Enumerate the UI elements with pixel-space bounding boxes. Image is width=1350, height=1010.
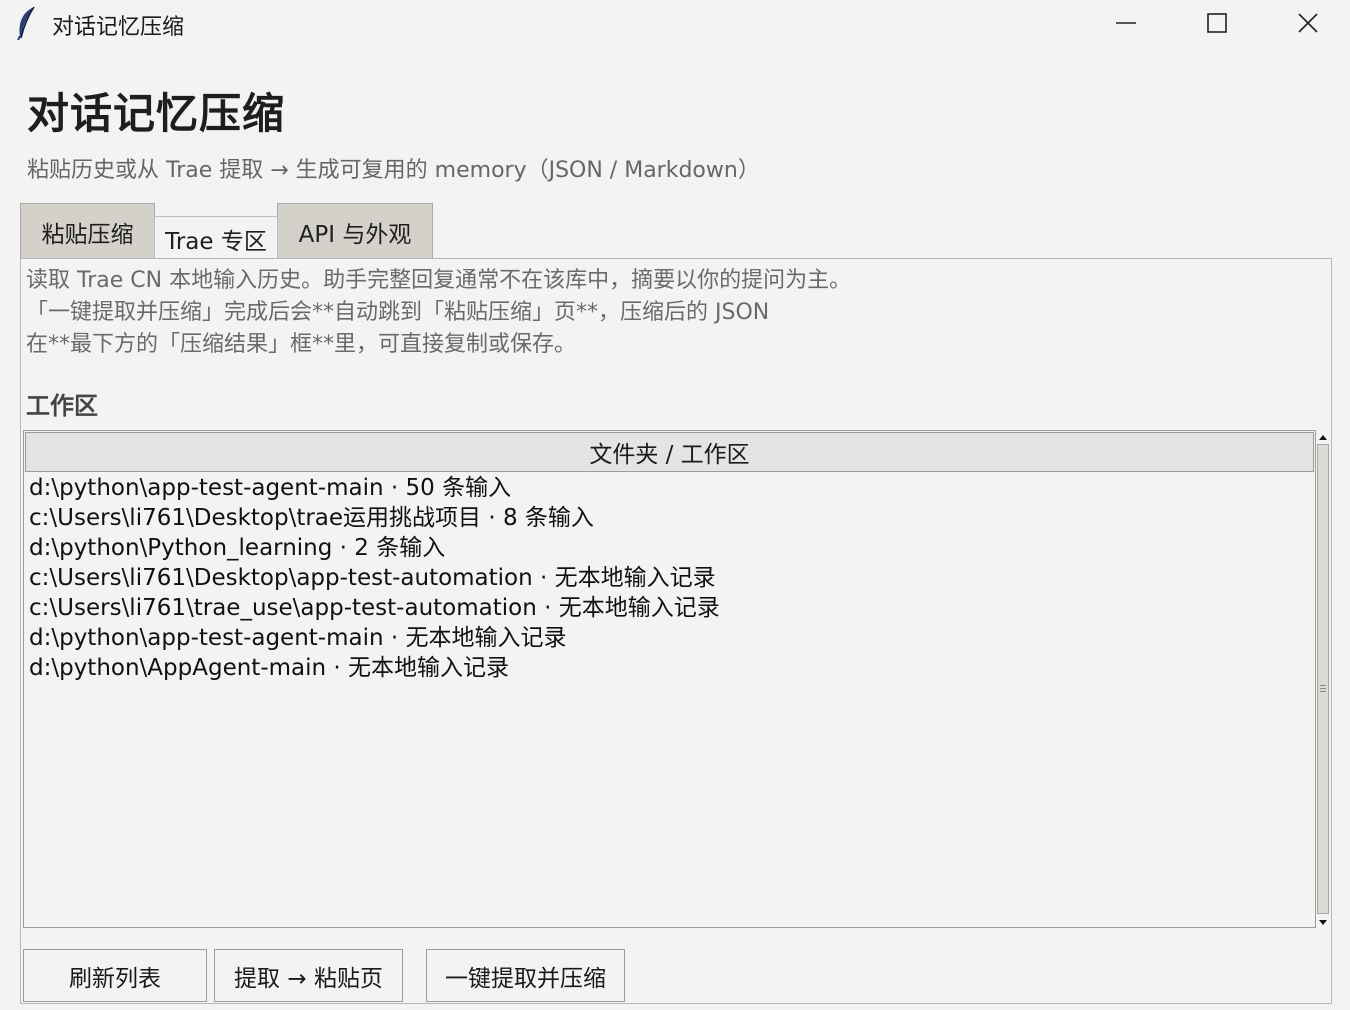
tab-paste-compress[interactable]: 粘贴压缩: [20, 203, 155, 259]
page-title: 对话记忆压缩: [27, 89, 286, 138]
page-subtitle: 粘贴历史或从 Trae 提取 → 生成可复用的 memory（JSON / Ma…: [27, 158, 760, 183]
grip-line: [1320, 688, 1326, 689]
list-item[interactable]: c:\Users\li761\trae_use\app-test-automat…: [29, 593, 720, 623]
scroll-thumb[interactable]: [1317, 444, 1329, 914]
close-icon: [1298, 13, 1318, 33]
vertical-scrollbar[interactable]: [1316, 430, 1330, 928]
grip-line: [1320, 685, 1326, 686]
list-item[interactable]: d:\python\app-test-agent-main · 无本地输入记录: [29, 623, 720, 653]
window-titlebar: 对话记忆压缩: [0, 0, 1350, 48]
minimize-icon: [1116, 22, 1136, 24]
extract-to-paste-button[interactable]: 提取 → 粘贴页: [214, 949, 403, 1002]
list-item[interactable]: c:\Users\li761\Desktop\app-test-automati…: [29, 563, 720, 593]
minimize-button[interactable]: [1080, 0, 1172, 46]
maximize-button[interactable]: [1171, 0, 1263, 46]
one-click-extract-compress-button[interactable]: 一键提取并压缩: [426, 949, 625, 1002]
list-item[interactable]: d:\python\app-test-agent-main · 50 条输入: [29, 473, 720, 503]
tab-api-appearance[interactable]: API 与外观: [277, 203, 433, 259]
description-line: 「一键提取并压缩」完成后会**自动跳到「粘贴压缩」页**，压缩后的 JSON: [26, 300, 770, 325]
close-button[interactable]: [1262, 0, 1350, 46]
workspace-rows: d:\python\app-test-agent-main · 50 条输入 c…: [29, 473, 720, 683]
workspace-section-label: 工作区: [26, 392, 98, 420]
list-item[interactable]: d:\python\AppAgent-main · 无本地输入记录: [29, 653, 720, 683]
window-title: 对话记忆压缩: [52, 15, 185, 40]
list-item[interactable]: c:\Users\li761\Desktop\trae运用挑战项目 · 8 条输…: [29, 503, 720, 533]
scroll-down-arrow-icon[interactable]: [1316, 914, 1330, 928]
grip-line: [1320, 691, 1326, 692]
feather-icon: [14, 6, 40, 41]
description-line: 读取 Trae CN 本地输入历史。助手完整回复通常不在该库中，摘要以你的提问为…: [26, 268, 852, 293]
maximize-icon: [1207, 13, 1227, 33]
column-header-folder[interactable]: 文件夹 / 工作区: [25, 432, 1314, 472]
refresh-list-button[interactable]: 刷新列表: [23, 949, 207, 1002]
description-line: 在**最下方的「压缩结果」框**里，可直接复制或保存。: [26, 332, 577, 357]
scroll-up-arrow-icon[interactable]: [1316, 430, 1330, 444]
workspace-tree[interactable]: 文件夹 / 工作区 d:\python\app-test-agent-main …: [23, 430, 1316, 928]
trae-tab-panel: 读取 Trae CN 本地输入历史。助手完整回复通常不在该库中，摘要以你的提问为…: [20, 258, 1332, 1004]
tab-trae-zone[interactable]: Trae 专区: [154, 216, 278, 261]
panel-description: 读取 Trae CN 本地输入历史。助手完整回复通常不在该库中，摘要以你的提问为…: [26, 265, 851, 361]
list-item[interactable]: d:\python\Python_learning · 2 条输入: [29, 533, 720, 563]
